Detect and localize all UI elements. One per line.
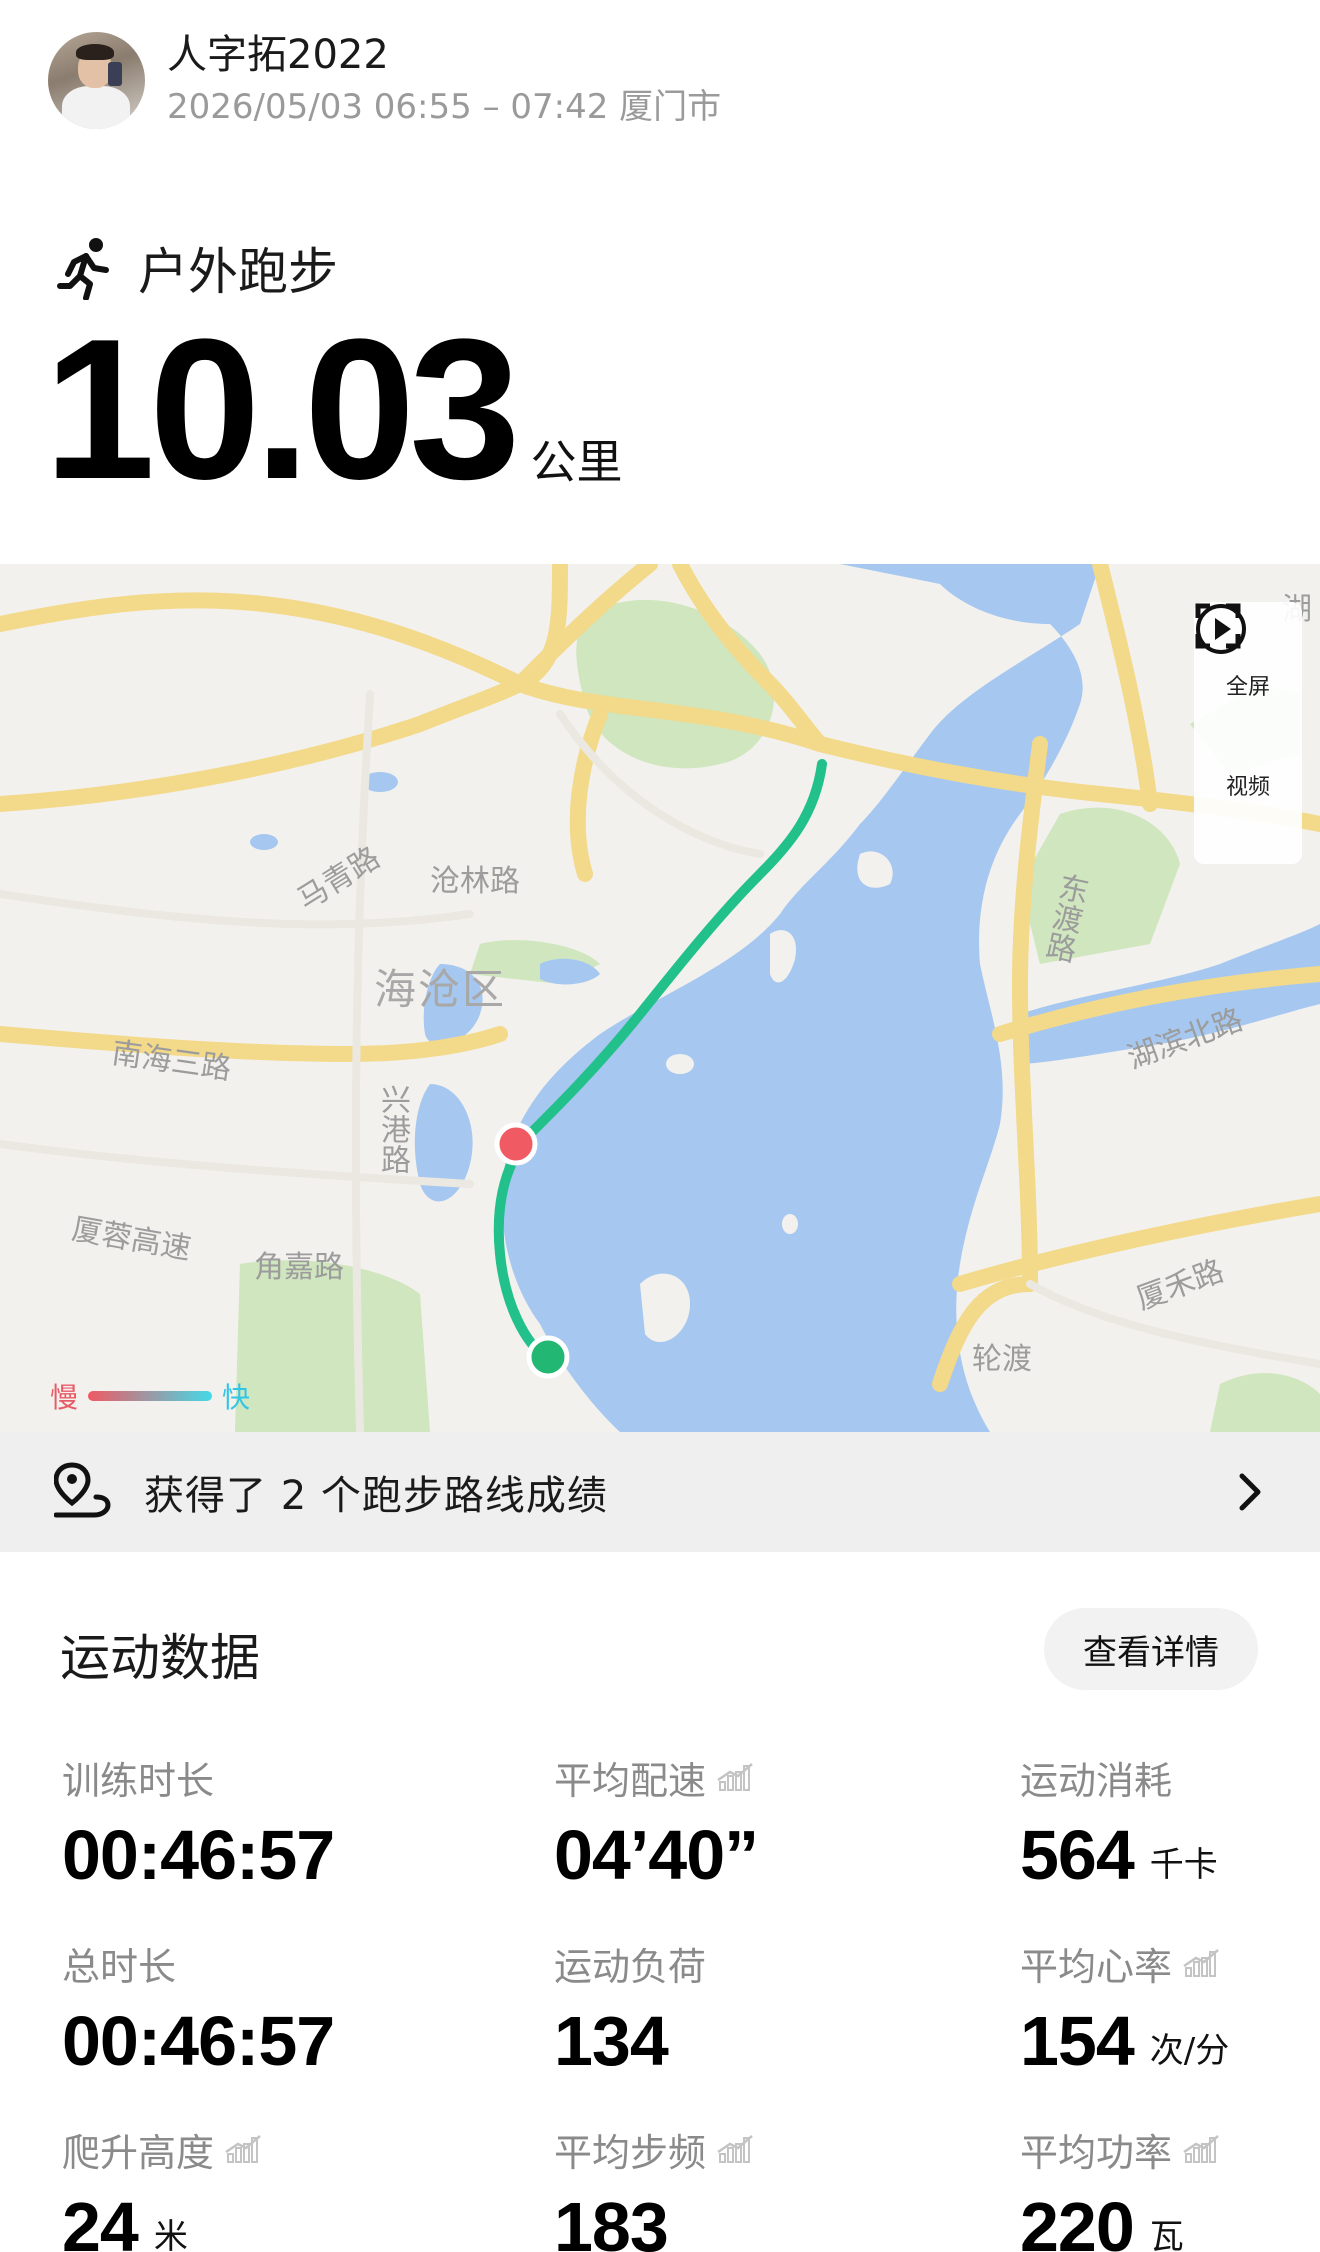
stat-label-text: 运动消耗 — [1020, 1758, 1173, 1803]
trend-chart-icon[interactable] — [716, 1762, 754, 1792]
road — [0, 1026, 508, 1062]
user-name[interactable]: 人字拓2022 — [167, 29, 721, 81]
road — [0, 592, 528, 692]
stat-value: 00:46:57 — [62, 1816, 335, 1894]
stat-unit: 千卡 — [1149, 1845, 1218, 1885]
stat-label: 平均心率 — [1020, 1938, 1229, 1989]
video-button[interactable]: 视频 — [1196, 604, 1270, 801]
stat-value: 00:46:57 — [62, 2002, 335, 2080]
stat-value-row: 183 — [554, 2188, 754, 2252]
stat-value-row: 24 米 — [62, 2188, 262, 2252]
park-area — [1210, 1373, 1320, 1432]
stat-item: 运动负荷 134 — [554, 1938, 707, 2080]
video-label: 视频 — [1225, 774, 1270, 800]
map-label-district: 海沧区 — [374, 965, 507, 1014]
stat-value: 04’40” — [554, 1816, 759, 1894]
running-person-icon — [57, 238, 109, 300]
workout-detail-page: 人字拓2022 2026/05/03 06:55 – 07:42 厦门市 户外跑… — [0, 0, 1320, 2252]
stat-item: 平均心率 154 次/分 — [1020, 1938, 1230, 2080]
stat-label-text: 平均配速 — [554, 1758, 707, 1803]
stat-label-text: 总时长 — [62, 1944, 177, 1989]
trend-chart-icon[interactable] — [1182, 1948, 1220, 1978]
distance-unit: 公里 — [530, 435, 623, 489]
activity-type-label: 户外跑步 — [138, 243, 338, 301]
stat-value-row: 154 次/分 — [1020, 2002, 1230, 2080]
park-area — [235, 1260, 430, 1432]
trend-chart-icon[interactable] — [1182, 2134, 1220, 2164]
road — [1092, 564, 1158, 812]
stat-value-row: 564 千卡 — [1020, 1816, 1218, 1894]
trend-chart-icon[interactable] — [716, 2134, 754, 2164]
stat-value: 24 — [62, 2188, 139, 2252]
play-icon — [1196, 604, 1246, 654]
map-label-canglin: 沧林路 — [430, 864, 520, 899]
stat-item: 平均步频 183 — [554, 2124, 754, 2252]
stat-label-text: 训练时长 — [62, 1758, 215, 1803]
stat-unit: 瓦 — [1149, 2217, 1184, 2252]
stat-label: 爬升高度 — [62, 2124, 262, 2175]
route-end-marker — [494, 1122, 538, 1166]
map-controls: 全屏 视频 — [1194, 602, 1302, 864]
road — [0, 676, 528, 812]
workout-time-location: 2026/05/03 06:55 – 07:42 厦门市 — [167, 87, 722, 127]
stat-label: 运动消耗 — [1020, 1752, 1218, 1803]
stat-label: 平均功率 — [1020, 2124, 1220, 2175]
achievement-text: 获得了 2 个跑步路线成绩 — [144, 1473, 608, 1519]
map-label-lundu: 轮渡 — [972, 1342, 1032, 1377]
road — [512, 564, 568, 692]
route-pin-icon — [54, 1462, 111, 1518]
fullscreen-button[interactable]: 全屏 — [1195, 603, 1270, 701]
stat-item: 平均配速 04’40” — [554, 1752, 759, 1894]
stat-label-text: 平均心率 — [1020, 1944, 1173, 1989]
stat-value: 220 — [1020, 2188, 1135, 2252]
distance-value: 10.03 — [44, 298, 520, 521]
speed-legend-fast: 快 — [222, 1381, 251, 1414]
stat-label: 平均步频 — [554, 2124, 754, 2175]
stat-value-row: 220 瓦 — [1020, 2188, 1220, 2252]
stat-item: 平均功率 220 瓦 — [1020, 2124, 1220, 2252]
stat-item: 运动消耗 564 千卡 — [1020, 1752, 1218, 1894]
stat-value-row: 04’40” — [554, 1816, 759, 1894]
chevron-right-icon — [1239, 1473, 1261, 1511]
activity-type-row: 户外跑步 — [56, 232, 338, 304]
park-area — [576, 599, 775, 769]
stat-unit: 米 — [153, 2217, 188, 2252]
speed-gradient-bar — [88, 1391, 213, 1401]
stat-item: 爬升高度 24 米 — [62, 2124, 262, 2252]
stat-unit: 次/分 — [1149, 2031, 1230, 2071]
view-details-button[interactable]: 查看详情 — [1044, 1608, 1258, 1690]
speed-legend: 慢 快 — [50, 1376, 250, 1416]
fullscreen-label: 全屏 — [1225, 675, 1270, 701]
stat-item: 训练时长 00:46:57 — [62, 1752, 335, 1894]
route-map[interactable]: 海沧区 沧林路 马青路 南海三路 兴港路 厦蓉高速 角嘉路 东渡路 湖滨北路 厦… — [0, 564, 1320, 1432]
route-achievement-bar[interactable]: 获得了 2 个跑步路线成绩 — [0, 1432, 1320, 1552]
user-info: 人字拓2022 2026/05/03 06:55 – 07:42 厦门市 — [167, 29, 721, 131]
stat-label-text: 爬升高度 — [62, 2130, 215, 2175]
stat-label: 训练时长 — [62, 1752, 334, 1803]
distance-display: 10.03 公里 — [44, 298, 623, 521]
stat-value: 564 — [1020, 1816, 1135, 1894]
stat-item: 总时长 00:46:57 — [62, 1938, 335, 2080]
map-label-jiaoxi: 角嘉路 — [254, 1250, 344, 1285]
stat-label: 平均配速 — [554, 1752, 758, 1803]
stat-value: 134 — [554, 2002, 669, 2080]
stat-label-text: 平均步频 — [554, 2130, 707, 2175]
map-label-xinggang: 兴港路 — [375, 1084, 410, 1174]
stat-value-row: 00:46:57 — [62, 2002, 335, 2080]
stat-label: 总时长 — [62, 1938, 334, 1989]
trend-chart-icon[interactable] — [224, 2134, 262, 2164]
route-start-marker — [526, 1335, 570, 1379]
stat-label: 运动负荷 — [554, 1938, 707, 1989]
stat-label-text: 平均功率 — [1020, 2130, 1173, 2175]
stat-value: 154 — [1020, 2002, 1135, 2080]
stats-section-title: 运动数据 — [60, 1629, 260, 1687]
stat-value: 183 — [554, 2188, 669, 2252]
speed-legend-slow: 慢 — [50, 1381, 79, 1414]
map-canvas — [0, 564, 1320, 1432]
avatar[interactable] — [48, 31, 145, 129]
stat-value-row: 00:46:57 — [62, 1816, 335, 1894]
stat-value-row: 134 — [554, 2002, 706, 2080]
stat-label-text: 运动负荷 — [554, 1944, 707, 1989]
user-header: 人字拓2022 2026/05/03 06:55 – 07:42 厦门市 — [48, 28, 721, 132]
